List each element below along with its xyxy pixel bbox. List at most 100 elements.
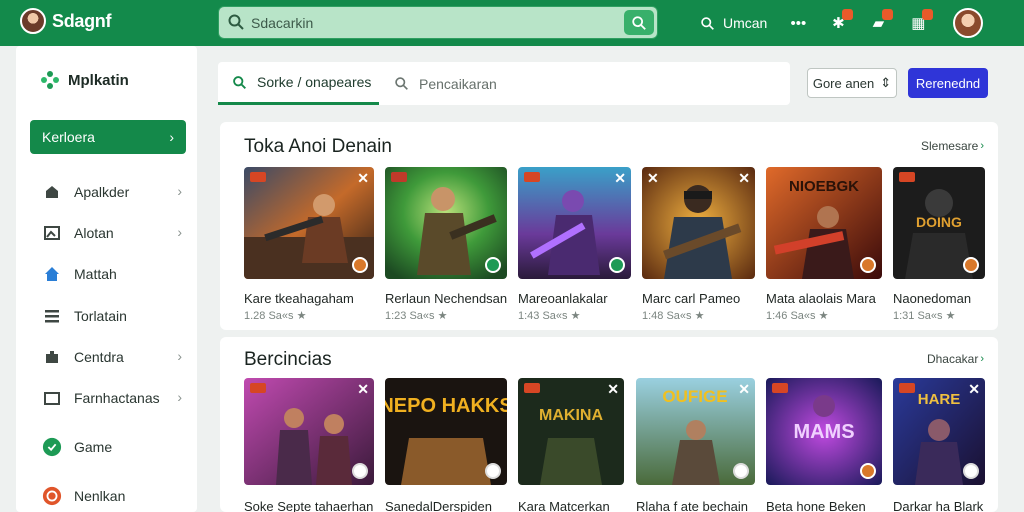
game-meta: 1:48 Sa«s ★ [642, 310, 705, 322]
game-card[interactable]: MAMS Beta hone Beken [766, 378, 882, 512]
game-icon [42, 437, 62, 457]
notification-badge [842, 9, 854, 20]
primary-button-label: Rerenednd [915, 75, 981, 91]
close-icon[interactable]: ✕ [607, 382, 619, 396]
game-badge-icon [860, 257, 876, 273]
section-title: Toka Anoi Denain [244, 136, 392, 157]
chevron-right-icon: › [177, 224, 182, 240]
game-tag [899, 172, 915, 182]
game-badge-icon [352, 257, 368, 273]
game-title: Mareoanlakalar [518, 291, 608, 306]
game-card[interactable]: HARE ✕ Darkar ha Blark [893, 378, 985, 512]
close-icon[interactable]: ✕ [357, 171, 369, 185]
top-search-link[interactable]: Umcan [700, 15, 767, 31]
sidebar-item-alotan[interactable]: Alotan › [42, 221, 182, 245]
chevron-right-icon: › [177, 348, 182, 364]
chevron-right-icon: › [980, 353, 984, 365]
brand[interactable]: Sdagnf [20, 8, 112, 34]
sidebar-item-centdra[interactable]: Centdra › [42, 345, 182, 369]
secondary-button[interactable]: Gore anen ⇕ [807, 68, 897, 98]
game-title: Darkar ha Blark [893, 499, 984, 512]
game-card[interactable]: ✕ Kare tkeahagaham 1.28 Sa«s ★ [244, 167, 374, 325]
top-search-bar[interactable]: Sdacarkin [218, 6, 658, 39]
game-card[interactable]: Rerlaun Nechendsan 1:23 Sa«s ★ [385, 167, 507, 325]
chevron-right-icon: › [177, 389, 182, 405]
game-card[interactable]: MAKINA ✕ Kara Matcerkan [518, 378, 624, 512]
game-thumbnail: ✕ [244, 167, 374, 279]
game-tag [524, 172, 540, 182]
top-actions: Umcan ••• ✱ ▰ ▦ [700, 0, 984, 46]
close-icon[interactable]: ✕ [738, 171, 750, 185]
game-meta: 1.28 Sa«s ★ [244, 310, 307, 322]
sidebar-item-game[interactable]: Game [42, 435, 182, 459]
game-badge-icon [963, 257, 979, 273]
game-card[interactable]: NEPO HAKKS SanedalDerspiden [385, 378, 507, 512]
game-title: Kara Matcerkan [518, 499, 610, 512]
sidebar-item-label: Nenlkan [74, 488, 126, 504]
see-more-link[interactable]: Slemesare › [921, 139, 984, 153]
puzzle-icon [42, 347, 62, 367]
tools-icon[interactable]: ✱ [827, 9, 854, 34]
chevron-right-icon: › [980, 140, 984, 152]
close-icon[interactable]: ✕ [738, 382, 750, 396]
home-icon [42, 264, 62, 284]
close-icon[interactable]: ✕ [614, 171, 626, 185]
primary-button[interactable]: Rerenednd [908, 68, 988, 98]
sidebar-item-farnhactanas[interactable]: Farnhactanas › [42, 386, 182, 410]
sidebar-item-torlatain[interactable]: Torlatain [42, 304, 182, 328]
filter-search-input[interactable]: Pencaikaran [394, 62, 497, 105]
image-icon [42, 223, 62, 243]
chevron-right-icon: › [169, 129, 174, 145]
top-search-input[interactable]: Sdacarkin [251, 15, 313, 31]
filter-search-placeholder: Pencaikaran [419, 75, 497, 92]
sidebar-item-label: Apalkder [74, 184, 130, 200]
shield-icon [42, 486, 62, 506]
sidebar-item-apalkder[interactable]: Apalkder › [42, 180, 182, 204]
game-badge-icon [963, 463, 979, 479]
game-card[interactable]: ✕ Soke Septe tahaerhan [244, 378, 374, 512]
game-card[interactable]: ✕ ✕ Marc carl Pameo 1:48 Sa«s ★ [642, 167, 755, 325]
game-thumbnail: ✕ [244, 378, 374, 485]
game-thumbnail: HARE ✕ [893, 378, 985, 485]
see-more-link[interactable]: Dhacakar › [927, 352, 984, 366]
tab-active[interactable]: Sorke / onapeares [218, 62, 379, 105]
sidebar-item-label: Torlatain [74, 308, 127, 324]
game-thumbnail: DOING [893, 167, 985, 279]
section-featured: Toka Anoi Denain Slemesare › ✕ Kare tkea… [220, 122, 998, 330]
close-icon[interactable]: ✕ [357, 382, 369, 396]
chat-icon[interactable]: ▰ [867, 9, 894, 34]
tab-label: Sorke / onapeares [257, 74, 372, 90]
grid-icon[interactable]: ▦ [907, 9, 934, 34]
game-meta: 1:31 Sa«s ★ [893, 310, 956, 322]
sidebar-primary-button[interactable]: Kerloera › [30, 120, 186, 154]
game-card[interactable]: ✕ Mareoanlakalar 1:43 Sa«s ★ [518, 167, 631, 325]
game-title: Rerlaun Nechendsan [385, 291, 508, 306]
game-card[interactable]: OUFIGE ✕ Rlaha f ate bechain [636, 378, 755, 512]
sidebar-item-nenlkan[interactable]: Nenlkan [42, 484, 182, 508]
game-thumbnail: MAKINA ✕ [518, 378, 624, 485]
sort-icon: ⇕ [880, 75, 892, 90]
game-card[interactable]: DOING Naonedoman 1:31 Sa«s ★ [893, 167, 985, 325]
notification-badge [882, 9, 894, 20]
sidebar-logo[interactable]: Mplkatin [40, 70, 129, 90]
list-icon [42, 306, 62, 326]
close-icon[interactable]: ✕ [647, 171, 659, 185]
search-icon [701, 16, 714, 30]
game-thumbnail: NIOEBGK [766, 167, 882, 279]
game-tag [524, 383, 540, 393]
search-icon [227, 13, 245, 36]
user-avatar[interactable] [953, 8, 984, 38]
see-more-label: Dhacakar [926, 352, 979, 366]
game-badge-icon [609, 257, 625, 273]
more-icon[interactable]: ••• [787, 12, 809, 34]
game-thumbnail: OUFIGE ✕ [636, 378, 755, 485]
sidebar-item-label: Mattah [74, 266, 117, 282]
close-icon[interactable]: ✕ [968, 382, 980, 396]
sidebar-item-mattah[interactable]: Mattah [42, 262, 182, 286]
game-title: Marc carl Pameo [642, 291, 741, 306]
top-search-button[interactable] [624, 10, 654, 35]
game-title: Beta hone Beken [766, 499, 866, 512]
sidebar-item-label: Centdra [74, 349, 124, 365]
section-title: Bercincias [244, 349, 332, 370]
game-card[interactable]: NIOEBGK Mata alaolais Mara 1:46 Sa«s ★ [766, 167, 882, 325]
